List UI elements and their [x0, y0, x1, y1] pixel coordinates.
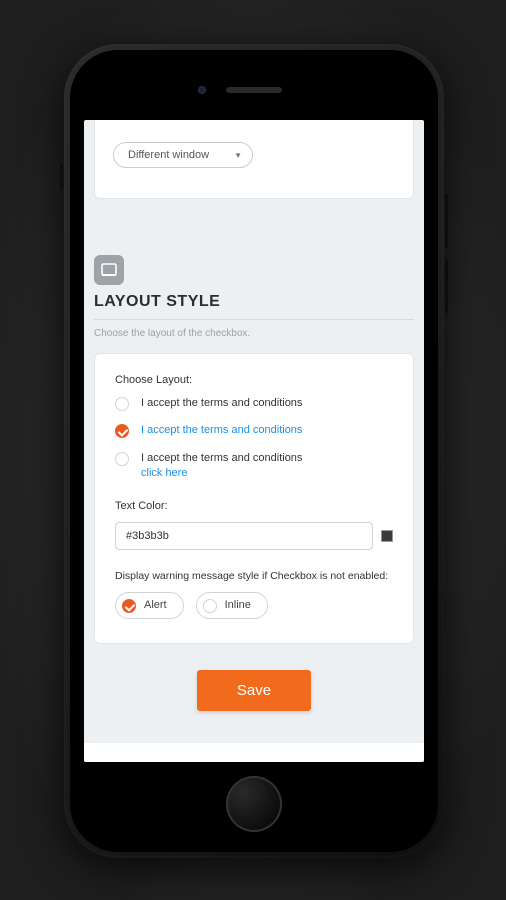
volume-down [445, 259, 448, 313]
radio-icon [203, 599, 217, 613]
chevron-down-icon: ▼ [234, 151, 242, 160]
layout-style-section: LAYOUT STYLE Choose the layout of the ch… [94, 255, 414, 339]
layout-card: Choose Layout: I accept the terms and co… [94, 353, 414, 644]
color-swatch[interactable] [381, 530, 393, 542]
warning-option-alert[interactable]: Alert [115, 592, 184, 619]
bottom-whitespace [84, 743, 424, 762]
volume-up [445, 194, 448, 248]
window-target-select[interactable]: Different window ▼ [113, 142, 253, 168]
text-color-label: Text Color: [115, 500, 393, 512]
warning-style-label: Display warning message style if Checkbo… [115, 570, 393, 582]
pill-label: Inline [225, 599, 251, 611]
option-text-link: I accept the terms and conditions [141, 423, 302, 438]
radio-checked-icon [122, 599, 136, 613]
layout-option-3[interactable]: I accept the terms and conditions click … [115, 451, 393, 482]
section-subtitle: Choose the layout of the checkbox. [94, 328, 414, 339]
front-camera [198, 86, 206, 94]
text-color-input[interactable] [115, 522, 373, 550]
option-sublink: click here [141, 466, 302, 481]
section-header: LAYOUT STYLE Choose the layout of the ch… [94, 255, 414, 339]
layout-option-2[interactable]: I accept the terms and conditions [115, 423, 393, 438]
option-text: I accept the terms and conditions click … [141, 451, 302, 482]
option-text: I accept the terms and conditions [141, 396, 302, 411]
warning-options: Alert Inline [115, 592, 393, 619]
text-color-row [115, 522, 393, 550]
screen: Different window ▼ LAYOUT STYLE Choose t… [84, 120, 424, 762]
home-button[interactable] [226, 776, 282, 832]
option-text-main: I accept the terms and conditions [141, 452, 302, 464]
save-button[interactable]: Save [197, 670, 311, 711]
pill-label: Alert [144, 599, 167, 611]
warning-option-inline[interactable]: Inline [196, 592, 268, 619]
speaker-grille [226, 87, 282, 93]
section-title: LAYOUT STYLE [94, 293, 414, 320]
choose-layout-label: Choose Layout: [115, 374, 393, 386]
radio-icon [115, 452, 129, 466]
select-value: Different window [128, 149, 209, 161]
radio-checked-icon [115, 424, 129, 438]
layout-icon [94, 255, 124, 285]
phone-bezel: Different window ▼ LAYOUT STYLE Choose t… [70, 50, 438, 852]
top-card: Different window ▼ [94, 120, 414, 199]
mute-switch [60, 164, 63, 190]
layout-option-1[interactable]: I accept the terms and conditions [115, 396, 393, 411]
radio-icon [115, 397, 129, 411]
save-area: Save [84, 670, 424, 711]
phone-frame: Different window ▼ LAYOUT STYLE Choose t… [64, 44, 444, 858]
